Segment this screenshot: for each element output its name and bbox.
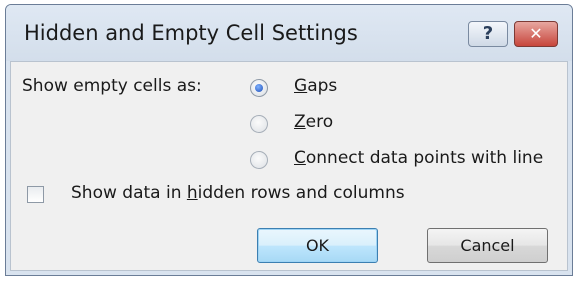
connect-line-option-label[interactable]: Connect data points with line [294,148,543,168]
hidden-label-before: Show data in [71,183,187,203]
zero-option-label[interactable]: Zero [294,112,333,132]
zero-radio[interactable] [250,115,268,133]
cancel-button[interactable]: Cancel [427,228,548,263]
dialog-body: Show empty cells as: Gaps Zero Connect d… [10,61,568,271]
zero-access-key: Z [294,112,306,132]
hidden-label-after: idden rows and columns [197,183,405,203]
close-button[interactable]: ✕ [514,21,558,47]
gaps-radio[interactable] [250,79,268,97]
dialog-title: Hidden and Empty Cell Settings [24,21,358,45]
show-hidden-data-label[interactable]: Show data in hidden rows and columns [71,183,405,203]
gaps-access-key: G [294,76,308,96]
close-icon: ✕ [529,24,543,43]
hidden-empty-cell-settings-dialog: Hidden and Empty Cell Settings ? ✕ Show … [5,4,573,276]
gaps-option-label[interactable]: Gaps [294,76,337,96]
question-mark-icon: ? [482,23,494,44]
zero-label-rest: ero [305,112,334,132]
title-bar: Hidden and Empty Cell Settings ? ✕ [6,5,572,61]
connect-label-rest: onnect data points with line [305,148,544,168]
hidden-access-key: h [186,183,198,203]
show-empty-cells-label: Show empty cells as: [22,76,202,96]
connect-line-radio[interactable] [250,151,268,169]
help-button[interactable]: ? [468,21,508,47]
connect-access-key: C [294,148,306,168]
ok-button[interactable]: OK [257,228,378,263]
show-hidden-data-checkbox[interactable] [27,186,44,203]
gaps-label-rest: aps [307,76,338,96]
